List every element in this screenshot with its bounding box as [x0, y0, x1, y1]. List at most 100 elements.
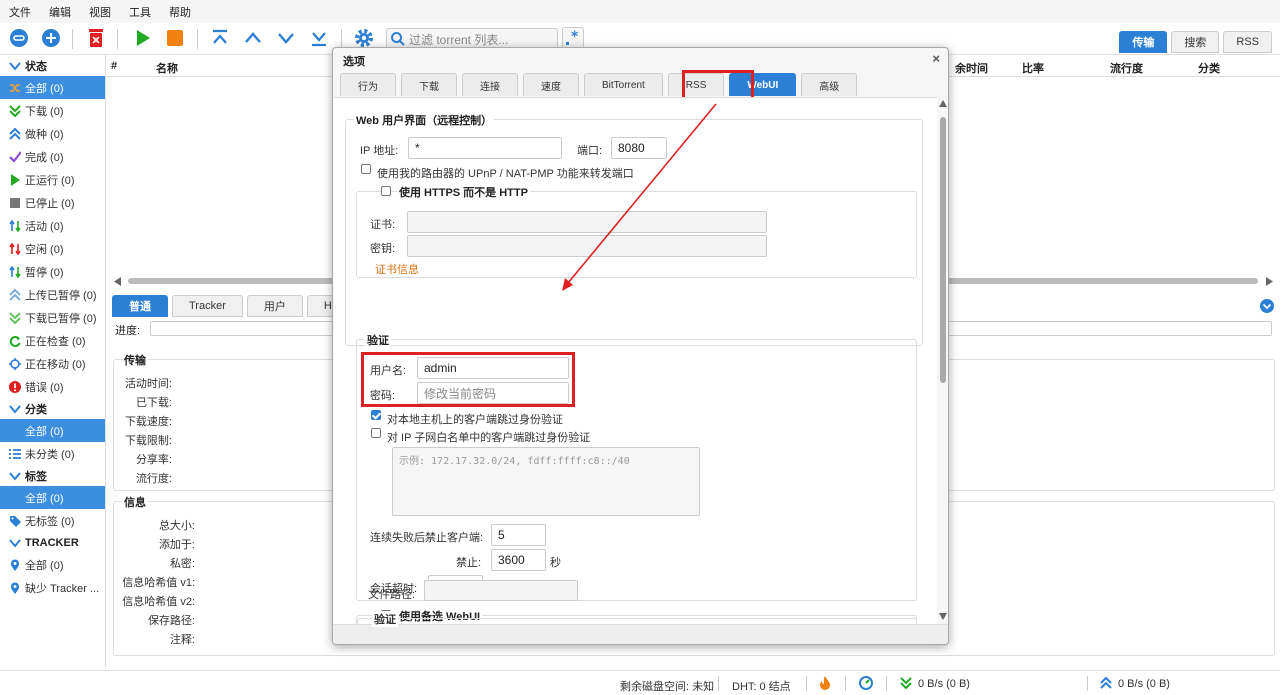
tab-speed[interactable]: 速度 [523, 73, 579, 96]
tab-connection[interactable]: 连接 [462, 73, 518, 96]
move-up-icon[interactable] [242, 27, 264, 49]
sidebar-item-upload-paused[interactable]: 上传已暂停 (0) [0, 283, 105, 306]
tab-general[interactable]: 普通 [112, 295, 168, 317]
add-torrent-icon[interactable] [40, 27, 62, 49]
tag-icon [8, 514, 21, 527]
move-bottom-icon[interactable] [308, 27, 330, 49]
move-down-icon[interactable] [275, 27, 297, 49]
scroll-right-icon[interactable] [1265, 277, 1273, 286]
sidebar-item-seeding[interactable]: 做种 (0) [0, 122, 105, 145]
sidebar-item-downloading[interactable]: 下载 (0) [0, 99, 105, 122]
menu-view[interactable]: 视图 [89, 4, 111, 20]
options-body: Web 用户界面（远程控制） IP 地址: * 端口: 8080 使用我的路由器… [334, 97, 937, 624]
scroll-left-icon[interactable] [114, 277, 122, 286]
sidebar-item-running[interactable]: 正运行 (0) [0, 168, 105, 191]
sidebar-item-error[interactable]: 错误 (0) [0, 375, 105, 398]
column-name[interactable]: 名称 [156, 60, 178, 76]
ban-duration-input[interactable]: 3600 [491, 549, 546, 571]
sidebar-item-active[interactable]: 活动 (0) [0, 214, 105, 237]
sidebar-status-head[interactable]: 状态 [0, 55, 105, 76]
options-scrollbar[interactable] [938, 97, 948, 624]
tab-search[interactable]: 搜索 [1171, 31, 1220, 53]
pause-icon[interactable] [164, 27, 186, 49]
sidebar-item-stopped[interactable]: 已停止 (0) [0, 191, 105, 214]
play-icon [8, 173, 21, 186]
ban-count-input[interactable]: 5 [491, 524, 546, 546]
file-path-label: 文件路径: [368, 589, 416, 601]
status-bar: 剩余磁盘空间: 未知 DHT: 0 结点 0 B/s (0 B) 0 B/s (… [0, 670, 1280, 695]
properties-tabs: 普通 Tracker 用户 HTTP [112, 295, 370, 317]
download-icon [8, 104, 21, 117]
crosshair-icon [8, 357, 21, 370]
upload-icon [8, 127, 21, 140]
bypass-subnet-checkbox[interactable] [371, 428, 381, 438]
tab-tracker[interactable]: Tracker [172, 295, 243, 317]
sidebar-category-all[interactable]: 全部 (0) [0, 419, 105, 442]
sidebar-tracker-head[interactable]: TRACKER [0, 532, 105, 553]
column-popularity[interactable]: 流行度 [1110, 60, 1143, 76]
bypass-local-checkbox[interactable] [371, 410, 381, 420]
https-checkbox[interactable] [381, 186, 391, 196]
tab-bittorrent[interactable]: BitTorrent [584, 73, 663, 96]
cert-info-link[interactable]: 证书信息 [375, 261, 419, 277]
tab-advanced[interactable]: 高级 [801, 73, 858, 96]
tab-rss[interactable]: RSS [1223, 31, 1272, 53]
file-path-input[interactable] [424, 580, 578, 601]
upload-speed: 0 B/s (0 B) [1118, 678, 1170, 690]
tab-downloads[interactable]: 下载 [401, 73, 457, 96]
download-icon [8, 311, 21, 324]
upnp-checkbox[interactable] [361, 164, 371, 174]
column-remaining[interactable]: 余时间 [955, 60, 988, 76]
sidebar-tag-head[interactable]: 标签 [0, 465, 105, 486]
menu-help[interactable]: 帮助 [169, 4, 191, 20]
certificate-input[interactable] [407, 211, 767, 233]
sidebar: 状态 全部 (0) 下载 (0) 做种 (0) 完成 (0) 正运行 (0) 已… [0, 55, 106, 667]
port-input[interactable]: 8080 [611, 137, 667, 159]
add-link-icon[interactable] [8, 27, 30, 49]
move-top-icon[interactable] [209, 27, 231, 49]
tab-peers[interactable]: 用户 [246, 295, 303, 317]
sidebar-item-download-paused[interactable]: 下载已暂停 (0) [0, 306, 105, 329]
https-fieldset: 使用 HTTPS 而不是 HTTP 证书: 密钥: 证书信息 [356, 184, 917, 278]
sidebar-item-completed[interactable]: 完成 (0) [0, 145, 105, 168]
ip-address-input[interactable]: * [408, 137, 562, 159]
check-icon [8, 150, 21, 163]
menu-tools[interactable]: 工具 [129, 4, 151, 20]
sidebar-item-all[interactable]: 全部 (0) [0, 76, 105, 99]
error-icon [8, 380, 21, 393]
sidebar-tracker-all[interactable]: 全部 (0) [0, 553, 105, 576]
speed-limit-icon[interactable] [859, 676, 873, 690]
sidebar-item-inactive[interactable]: 空闲 (0) [0, 237, 105, 260]
scroll-down-icon[interactable] [939, 613, 947, 620]
svg-text:*: * [571, 29, 579, 45]
sidebar-item-paused[interactable]: 暂停 (0) [0, 260, 105, 283]
sidebar-category-head[interactable]: 分类 [0, 398, 105, 419]
sidebar-item-checking[interactable]: 正在检查 (0) [0, 329, 105, 352]
upload-speed-icon [1100, 677, 1112, 689]
resume-icon[interactable] [132, 27, 154, 49]
key-input[interactable] [407, 235, 767, 257]
menu-file[interactable]: 文件 [9, 4, 31, 20]
collapse-panel-icon[interactable] [1260, 299, 1274, 313]
sidebar-tag-untagged[interactable]: 无标签 (0) [0, 509, 105, 532]
download-speed-icon [900, 677, 912, 689]
sidebar-tag-all[interactable]: 全部 (0) [0, 486, 105, 509]
scroll-up-icon[interactable] [939, 100, 947, 107]
column-category[interactable]: 分类 [1198, 60, 1220, 76]
sidebar-tracker-missing[interactable]: 缺少 Tracker ... [0, 576, 105, 599]
tab-behavior[interactable]: 行为 [340, 73, 396, 96]
delete-icon[interactable] [85, 27, 107, 49]
close-icon[interactable]: × [932, 51, 940, 66]
regex-icon[interactable]: * [562, 27, 584, 49]
tab-transfers[interactable]: 传输 [1119, 31, 1168, 53]
gear-icon[interactable] [353, 27, 375, 49]
refresh-icon [8, 334, 21, 347]
subnet-whitelist-textarea[interactable]: 示例: 172.17.32.0/24, fdff:ffff:c8::/40 [392, 447, 700, 516]
sidebar-item-moving[interactable]: 正在移动 (0) [0, 352, 105, 375]
fire-icon[interactable] [819, 676, 831, 690]
column-num[interactable]: # [111, 60, 117, 72]
sidebar-category-uncategorized[interactable]: 未分类 (0) [0, 442, 105, 465]
download-speed: 0 B/s (0 B) [918, 678, 970, 690]
column-ratio[interactable]: 比率 [1022, 60, 1044, 76]
menu-edit[interactable]: 编辑 [49, 4, 71, 20]
